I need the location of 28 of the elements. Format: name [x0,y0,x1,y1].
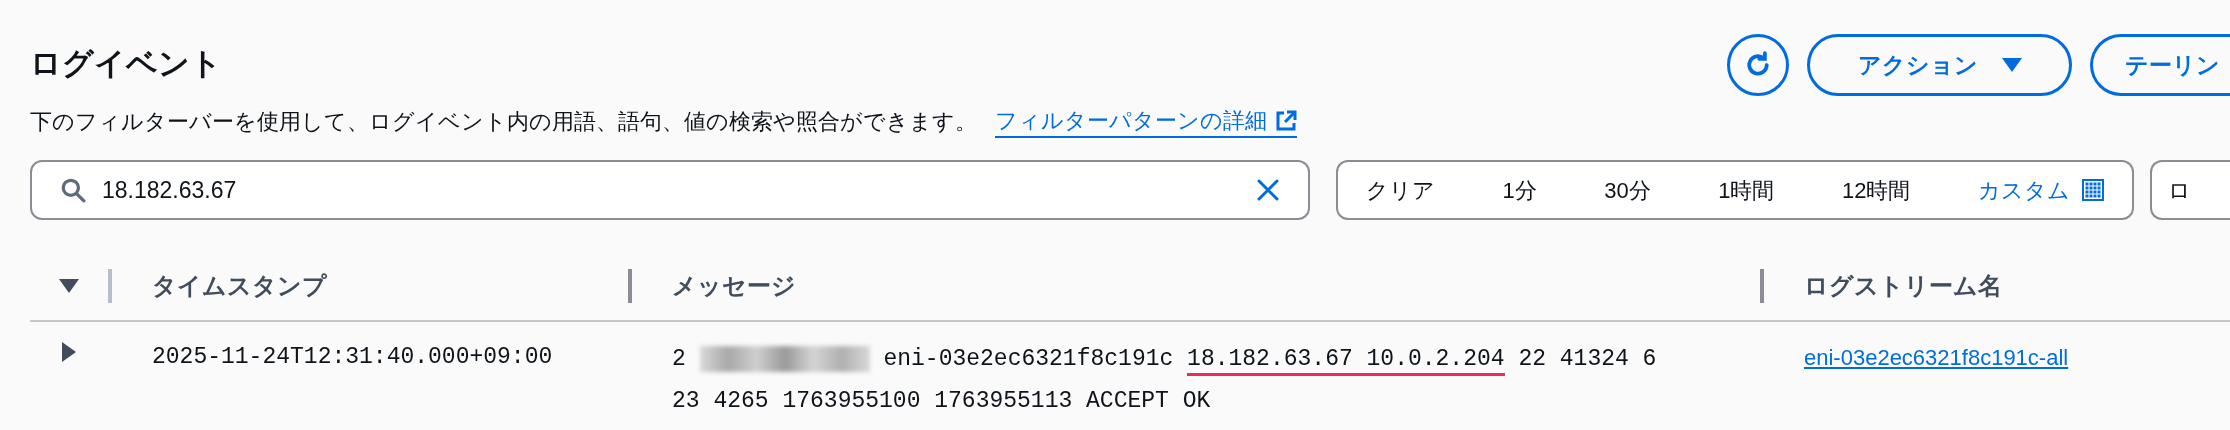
search-icon [60,177,86,203]
sort-caret-icon[interactable] [59,279,79,293]
timestamp-cell: 2025-11-24T12:31:40.000+09:00 [152,344,553,370]
filter-pattern-help-link[interactable]: フィルターパターンの詳細 [995,106,1297,138]
time-range-option[interactable]: 30分 [1604,173,1651,207]
custom-range-button[interactable]: カスタム [1977,173,2104,207]
section-title: ログイベント [30,45,223,83]
time-range-option[interactable]: 1時間 [1718,173,1775,207]
column-header: タイムスタンプ [152,272,327,299]
caret-down-icon [2001,58,2022,72]
log-message: 2 eni-03e2ec6321f8c191c 18.182.63.67 10.0.2.204 22 41324 6 23 4265 1763955100 1763955113 ACCEPT OK [672,344,1658,416]
refresh-button[interactable] [1727,34,1789,96]
actions-dropdown-button[interactable]: アクション [1807,34,2072,96]
column-header: メッセージ [672,272,796,299]
partial-control[interactable]: ロ [2150,160,2230,220]
expand-row-icon[interactable] [62,342,76,362]
time-range-option[interactable]: クリア [1366,173,1435,207]
column-header: ログストリーム名 [1804,272,2002,299]
calendar-icon [2081,179,2104,201]
time-range-option[interactable]: 1分 [1502,173,1537,207]
log-stream-link[interactable]: eni-03e2ec6321f8c191c-all [1804,345,2069,370]
description-text: 下のフィルターバーを使用して、ログイベント内の用語、語句、値の検索や照合ができます。 [30,108,977,136]
tail-button[interactable]: テーリン [2090,34,2230,96]
search-field[interactable]: 18.182.63.67 [30,160,1310,220]
clear-icon[interactable] [1256,178,1280,202]
search-input[interactable]: 18.182.63.67 [102,172,1240,208]
external-link-icon [1275,110,1297,132]
time-range-option[interactable]: 12時間 [1842,173,1911,207]
